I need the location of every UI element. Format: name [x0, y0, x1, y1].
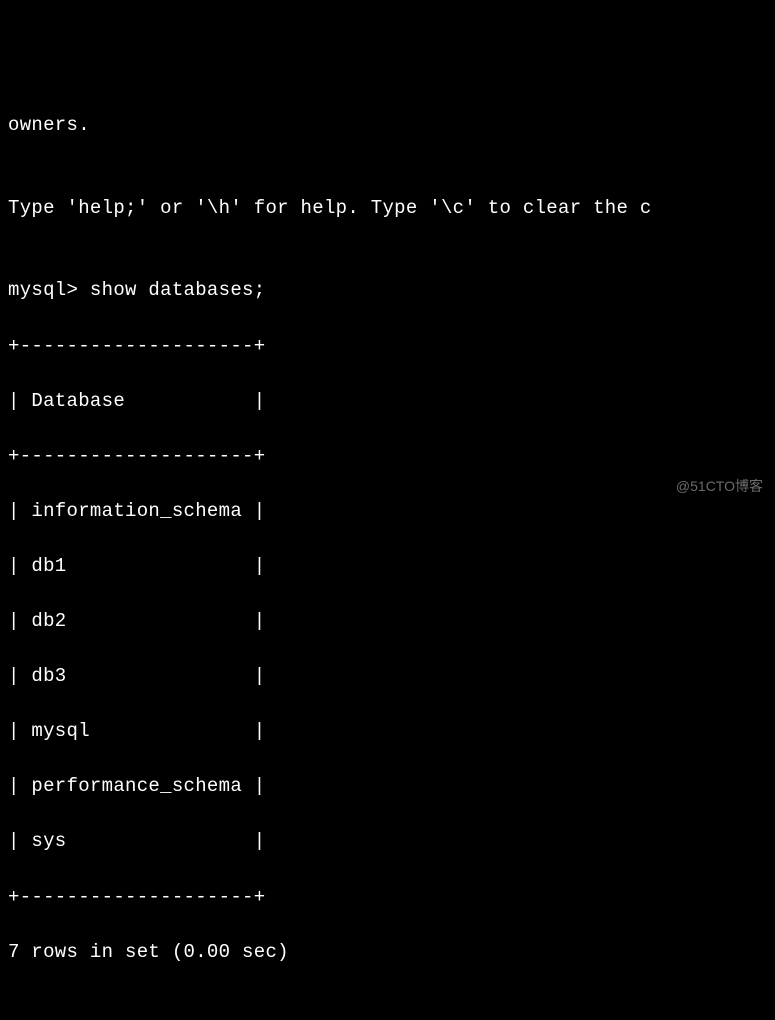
terminal-line-summary: 7 rows in set (0.00 sec) — [8, 939, 767, 967]
table-border-bottom: +--------------------+ — [8, 884, 767, 912]
terminal-line-help: Type 'help;' or '\h' for help. Type '\c'… — [8, 195, 767, 223]
table-row: | sys | — [8, 828, 767, 856]
table-row: | performance_schema | — [8, 773, 767, 801]
terminal-line-owners: owners. — [8, 112, 767, 140]
table-row: | db1 | — [8, 553, 767, 581]
table-row: | mysql | — [8, 718, 767, 746]
table-row: | db3 | — [8, 663, 767, 691]
terminal-line-command: mysql> show databases; — [8, 277, 767, 305]
table-row: | information_schema | — [8, 498, 767, 526]
table-border-top: +--------------------+ — [8, 333, 767, 361]
table-header: | Database | — [8, 388, 767, 416]
watermark: @51CTO博客 — [676, 476, 763, 496]
table-row: | db2 | — [8, 608, 767, 636]
table-border-mid: +--------------------+ — [8, 443, 767, 471]
